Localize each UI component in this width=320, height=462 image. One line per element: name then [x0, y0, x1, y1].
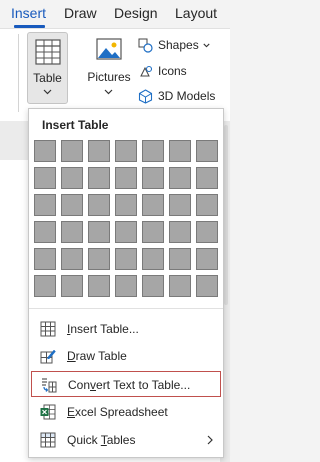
grid-cell[interactable]: [169, 194, 191, 216]
grid-cell[interactable]: [34, 221, 56, 243]
grid-cell[interactable]: [169, 167, 191, 189]
3d-model-icon: [138, 88, 153, 104]
grid-cell[interactable]: [61, 275, 83, 297]
icons-button[interactable]: Icons: [138, 62, 187, 80]
grid-cell[interactable]: [115, 167, 137, 189]
3d-models-button[interactable]: 3D Models: [138, 87, 215, 105]
grid-cell[interactable]: [61, 248, 83, 270]
shapes-label: Shapes: [158, 38, 199, 52]
grid-cell[interactable]: [142, 167, 164, 189]
grid-cell[interactable]: [142, 194, 164, 216]
quick-tables-label: Quick Tables: [67, 433, 136, 447]
grid-cell[interactable]: [88, 248, 110, 270]
pictures-button-label: Pictures: [87, 70, 131, 84]
grid-cell[interactable]: [61, 194, 83, 216]
table-size-grid: [34, 140, 221, 302]
grid-cell[interactable]: [196, 275, 218, 297]
grid-cell[interactable]: [34, 275, 56, 297]
grid-cell[interactable]: [61, 221, 83, 243]
menu-divider: [29, 308, 223, 309]
excel-spreadsheet-item[interactable]: Excel Spreadsheet: [31, 399, 221, 425]
grid-cell[interactable]: [88, 140, 110, 162]
dropdown-title: Insert Table: [42, 118, 109, 132]
grid-cell[interactable]: [169, 140, 191, 162]
grid-cell[interactable]: [169, 248, 191, 270]
excel-spreadsheet-label: Excel Spreadsheet: [67, 405, 168, 419]
grid-cell[interactable]: [196, 194, 218, 216]
grid-cell[interactable]: [115, 275, 137, 297]
insert-table-icon: [40, 321, 56, 337]
icons-label: Icons: [158, 64, 187, 78]
grid-cell[interactable]: [142, 140, 164, 162]
grid-cell[interactable]: [115, 194, 137, 216]
pictures-icon: [96, 38, 122, 60]
grid-cell[interactable]: [34, 167, 56, 189]
grid-cell[interactable]: [34, 140, 56, 162]
table-button-label: Table: [33, 71, 62, 85]
grid-cell[interactable]: [61, 140, 83, 162]
tab-design[interactable]: Design: [114, 5, 158, 21]
convert-text-to-table-icon: [42, 378, 57, 393]
tab-draw[interactable]: Draw: [64, 5, 97, 21]
chevron-right-icon: [207, 435, 213, 445]
grid-cell[interactable]: [88, 194, 110, 216]
grid-cell[interactable]: [88, 167, 110, 189]
shapes-icon: [138, 38, 153, 53]
excel-spreadsheet-icon: [40, 404, 56, 420]
draw-table-item[interactable]: Draw Table: [31, 343, 221, 369]
grid-cell[interactable]: [88, 275, 110, 297]
table-icon: [35, 39, 61, 65]
grid-cell[interactable]: [61, 167, 83, 189]
3d-models-label: 3D Models: [158, 89, 216, 103]
ribbon-group-separator: [18, 34, 19, 112]
grid-cell[interactable]: [115, 221, 137, 243]
convert-text-to-table-label: Convert Text to Table...: [68, 378, 191, 392]
tab-insert[interactable]: Insert: [11, 5, 46, 21]
grid-cell[interactable]: [196, 248, 218, 270]
grid-cell[interactable]: [34, 248, 56, 270]
grid-cell[interactable]: [115, 140, 137, 162]
draw-table-label: Draw Table: [67, 349, 127, 363]
grid-cell[interactable]: [142, 275, 164, 297]
vertical-scrollbar[interactable]: [224, 125, 228, 305]
insert-table-dropdown: Insert Table Insert Table... Draw Table: [28, 108, 224, 458]
chevron-down-icon: [203, 43, 210, 47]
chevron-down-icon: [43, 89, 52, 95]
insert-table-item[interactable]: Insert Table...: [31, 316, 221, 342]
grid-cell[interactable]: [169, 221, 191, 243]
pictures-button[interactable]: Pictures: [86, 38, 132, 102]
grid-cell[interactable]: [196, 140, 218, 162]
grid-cell[interactable]: [115, 248, 137, 270]
grid-cell[interactable]: [142, 248, 164, 270]
tab-layout[interactable]: Layout: [175, 5, 217, 21]
shapes-button[interactable]: Shapes: [138, 36, 215, 54]
grid-cell[interactable]: [88, 221, 110, 243]
quick-tables-icon: [40, 432, 56, 448]
ribbon-tab-bar: Insert Draw Design Layout: [0, 0, 230, 28]
quick-tables-item[interactable]: Quick Tables: [31, 427, 221, 453]
table-button[interactable]: Table: [27, 32, 68, 104]
grid-cell[interactable]: [196, 221, 218, 243]
icons-icon: [140, 65, 153, 76]
chevron-down-icon: [104, 89, 113, 95]
grid-cell[interactable]: [196, 167, 218, 189]
grid-cell[interactable]: [142, 221, 164, 243]
draw-table-icon: [40, 349, 56, 364]
insert-table-label: Insert Table...: [67, 322, 139, 336]
grid-cell[interactable]: [169, 275, 191, 297]
convert-text-to-table-item[interactable]: Convert Text to Table...: [31, 371, 221, 397]
grid-cell[interactable]: [34, 194, 56, 216]
